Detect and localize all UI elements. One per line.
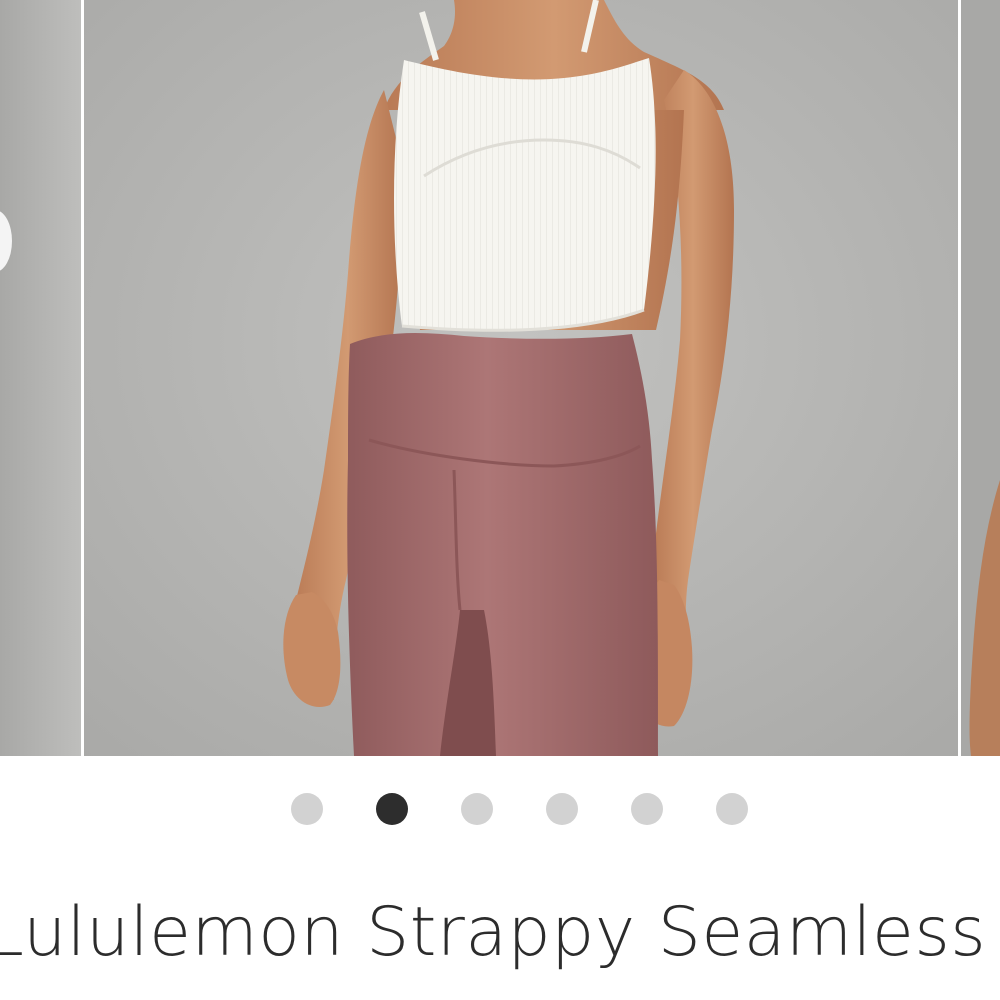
product-photo (84, 0, 958, 756)
pagination-dot-5[interactable] (631, 793, 663, 825)
product-title: Lululemon Strappy Seamless Yoga Bra (0, 893, 1000, 972)
next-slide-image (961, 0, 1000, 756)
product-page: Lululemon Strappy Seamless Yoga Bra (0, 0, 1000, 1000)
carousel-pagination (0, 790, 1000, 830)
previous-slide-image (0, 0, 81, 756)
carousel-slide-previous[interactable] (0, 0, 81, 756)
pagination-dot-1[interactable] (291, 793, 323, 825)
pagination-dot-6[interactable] (716, 793, 748, 825)
product-image-carousel[interactable] (0, 0, 1000, 756)
carousel-slide-current[interactable] (84, 0, 958, 756)
pagination-dot-4[interactable] (546, 793, 578, 825)
pagination-dot-2-active[interactable] (376, 793, 408, 825)
pagination-dot-3[interactable] (461, 793, 493, 825)
carousel-slide-next[interactable] (961, 0, 1000, 756)
